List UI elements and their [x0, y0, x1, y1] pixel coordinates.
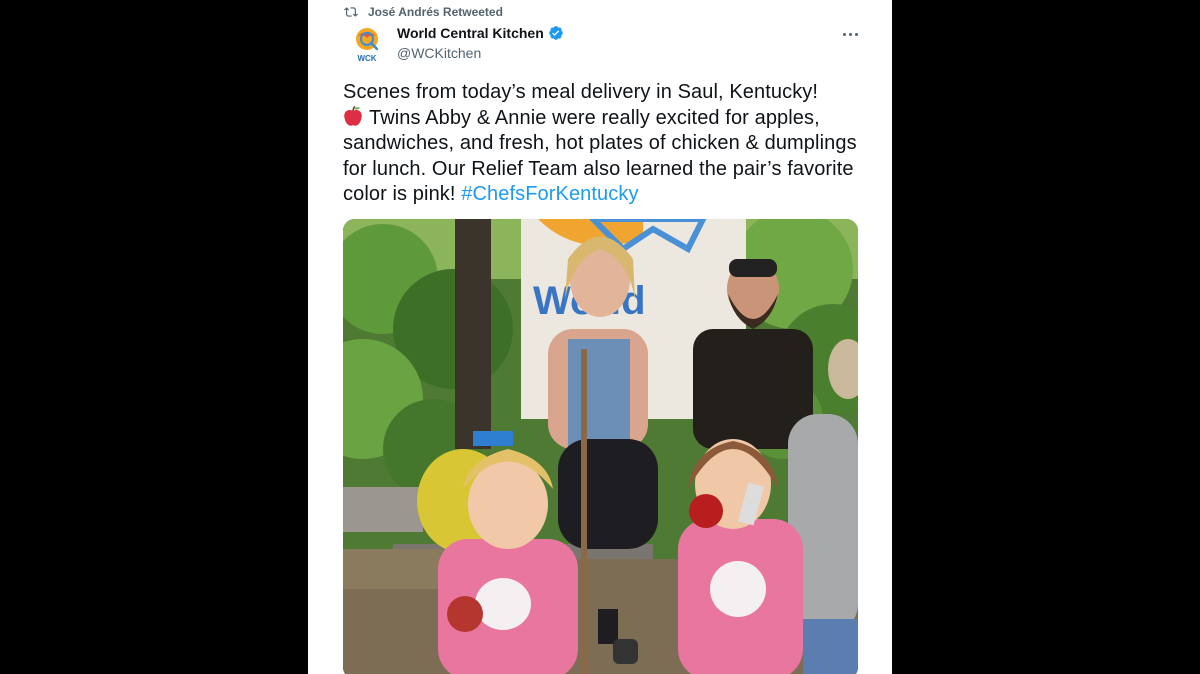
author-handle[interactable]: @WCKitchen	[397, 45, 481, 61]
apple-icon	[344, 105, 362, 126]
tweet-text: Scenes from today’s meal delivery in Sau…	[343, 80, 863, 208]
avatar-text: WCK	[357, 54, 376, 63]
retweet-context[interactable]: José Andrés Retweeted	[344, 4, 503, 20]
verified-badge-icon	[548, 26, 563, 40]
more-options-icon[interactable]	[838, 26, 862, 42]
tweet-photo[interactable]: World	[343, 219, 858, 674]
tweet-card[interactable]: José Andrés Retweeted WCK World Central …	[308, 0, 892, 674]
retweet-icon	[344, 7, 358, 17]
author-name-row[interactable]: World Central Kitchen	[397, 25, 564, 41]
retweet-label: José Andrés Retweeted	[368, 5, 503, 19]
avatar[interactable]: WCK	[350, 24, 384, 64]
tweet-line1: Scenes from today’s meal delivery in Sau…	[343, 81, 819, 103]
hashtag-link[interactable]: #ChefsForKentucky	[461, 183, 638, 205]
author-name[interactable]: World Central Kitchen	[397, 25, 544, 41]
